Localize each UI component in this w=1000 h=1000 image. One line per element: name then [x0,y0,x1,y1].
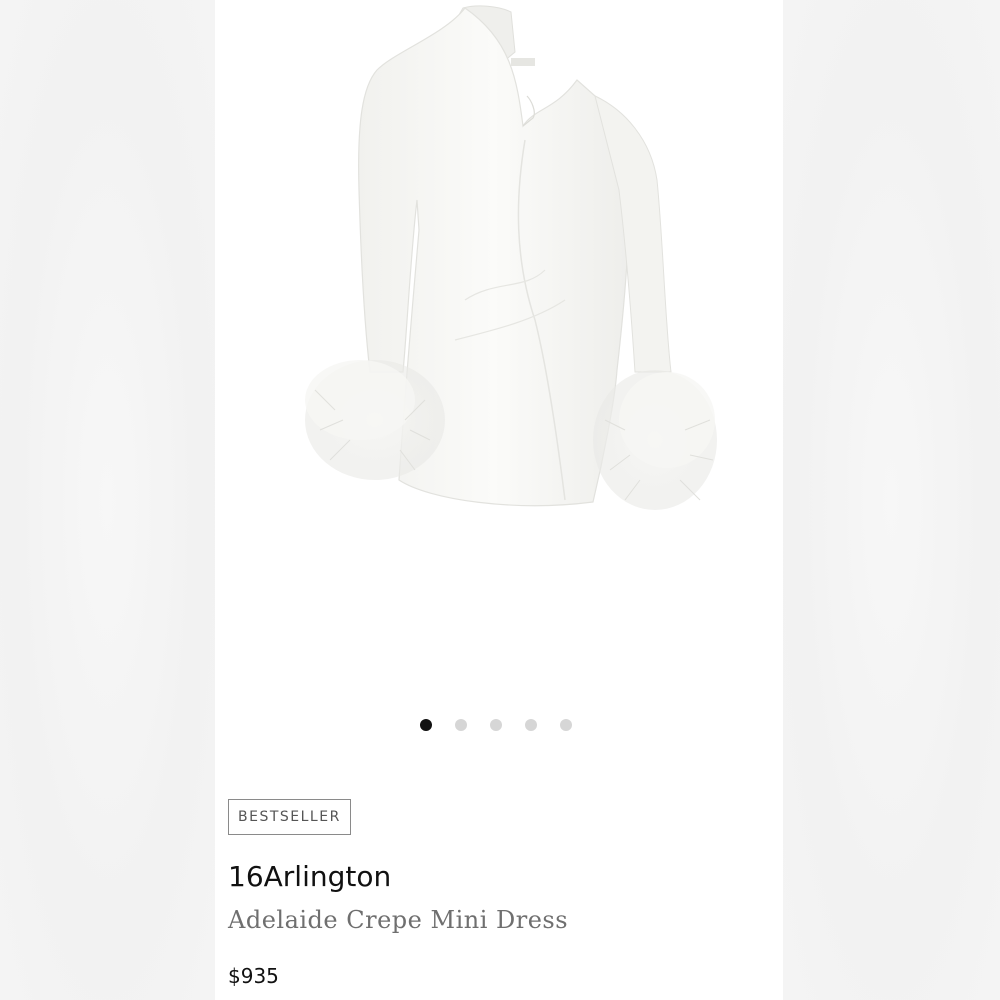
carousel-dot-4[interactable] [525,719,537,731]
carousel-dot-2[interactable] [455,719,467,731]
dress-image [305,5,717,510]
carousel-pagination [420,719,572,733]
background-blur-left [0,0,215,1000]
screen: BESTSELLER 16Arlington Adelaide Crepe Mi… [0,0,1000,1000]
background-blur-right [783,0,1000,1000]
carousel-dot-5[interactable] [560,719,572,731]
product-title: Adelaide Crepe Mini Dress [228,906,569,934]
brand-name[interactable]: 16Arlington [228,860,391,893]
carousel-dot-1[interactable] [420,719,432,731]
product-image[interactable] [215,0,783,690]
product-page: BESTSELLER 16Arlington Adelaide Crepe Mi… [215,0,783,1000]
bestseller-badge: BESTSELLER [228,799,351,835]
carousel-dot-3[interactable] [490,719,502,731]
product-price: $935 [228,964,279,988]
